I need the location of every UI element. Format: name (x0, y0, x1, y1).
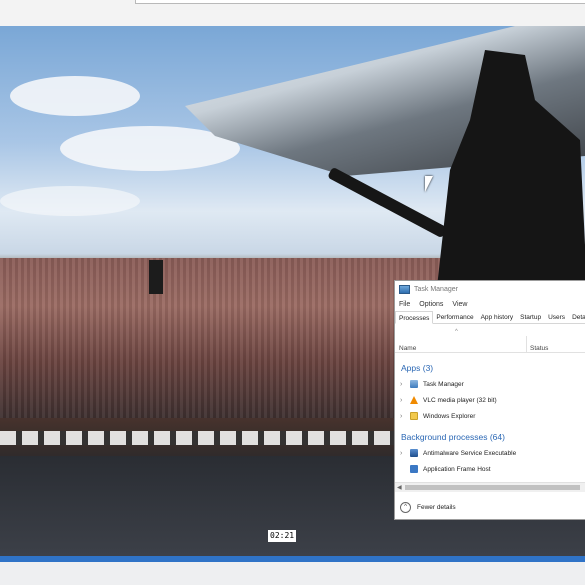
chevron-right-icon[interactable]: › (400, 413, 410, 420)
horizontal-scrollbar[interactable]: ◀ (395, 482, 585, 492)
vlc-cone-icon (410, 396, 418, 404)
task-manager-window[interactable]: Task Manager File Options View Processes… (394, 280, 585, 520)
window-icon (410, 465, 418, 473)
video-timestamp: 02:21 (268, 530, 297, 542)
footer: ^ Fewer details (395, 495, 585, 519)
stage-lights (0, 431, 400, 445)
cloud (0, 186, 140, 216)
chevron-right-icon[interactable]: › (400, 450, 410, 457)
tab-startup[interactable]: Startup (517, 311, 545, 323)
scroll-left-icon[interactable]: ◀ (397, 484, 402, 491)
process-row[interactable]: › Windows Explorer (395, 409, 585, 423)
chevron-up-icon[interactable]: ^ (400, 501, 411, 513)
chevron-right-icon[interactable]: › (400, 397, 410, 404)
sort-caret-icon: ^ (455, 329, 458, 335)
process-row[interactable]: › Task Manager (395, 377, 585, 391)
tab-users[interactable]: Users (545, 311, 569, 323)
title-bar[interactable]: Task Manager (395, 281, 585, 297)
process-row[interactable]: Application Frame Host (395, 462, 585, 476)
address-field[interactable] (135, 0, 585, 4)
process-row[interactable]: › Antimalware Service Executable (395, 446, 585, 460)
process-row[interactable]: › VLC media player (32 bit) (395, 393, 585, 407)
column-divider[interactable] (526, 336, 527, 353)
process-name: Windows Explorer (423, 412, 476, 420)
menu-bar: File Options View (395, 298, 585, 310)
cloud (10, 76, 140, 116)
process-name: Application Frame Host (423, 465, 491, 473)
task-manager-icon (410, 380, 418, 388)
menu-file[interactable]: File (399, 301, 410, 308)
group-heading-background: Background processes (64) (401, 432, 505, 442)
bottom-bar (0, 562, 585, 585)
tab-app-history[interactable]: App history (478, 311, 518, 323)
chevron-right-icon[interactable]: › (400, 381, 410, 388)
menu-view[interactable]: View (452, 301, 467, 308)
column-header: Name Status (395, 336, 585, 353)
speaker-tower (149, 260, 163, 294)
mouse-cursor-icon (425, 176, 433, 192)
folder-icon (410, 412, 418, 420)
column-name[interactable]: Name (399, 345, 416, 352)
fewer-details-link[interactable]: Fewer details (417, 504, 456, 511)
process-name: Antimalware Service Executable (423, 449, 517, 457)
tab-details[interactable]: Deta (569, 311, 585, 323)
tab-performance[interactable]: Performance (433, 311, 477, 323)
shield-icon (410, 449, 418, 457)
top-bar (0, 0, 585, 26)
menu-options[interactable]: Options (419, 301, 443, 308)
tab-processes[interactable]: Processes (395, 311, 434, 324)
process-name: VLC media player (32 bit) (423, 396, 497, 404)
process-name: Task Manager (423, 380, 464, 388)
task-manager-icon (399, 284, 410, 294)
tab-strip: Processes Performance App history Startu… (395, 311, 585, 324)
window-title: Task Manager (414, 285, 458, 293)
scrollbar-thumb[interactable] (405, 485, 580, 490)
group-heading-apps: Apps (3) (401, 363, 434, 373)
column-status[interactable]: Status (530, 345, 548, 352)
